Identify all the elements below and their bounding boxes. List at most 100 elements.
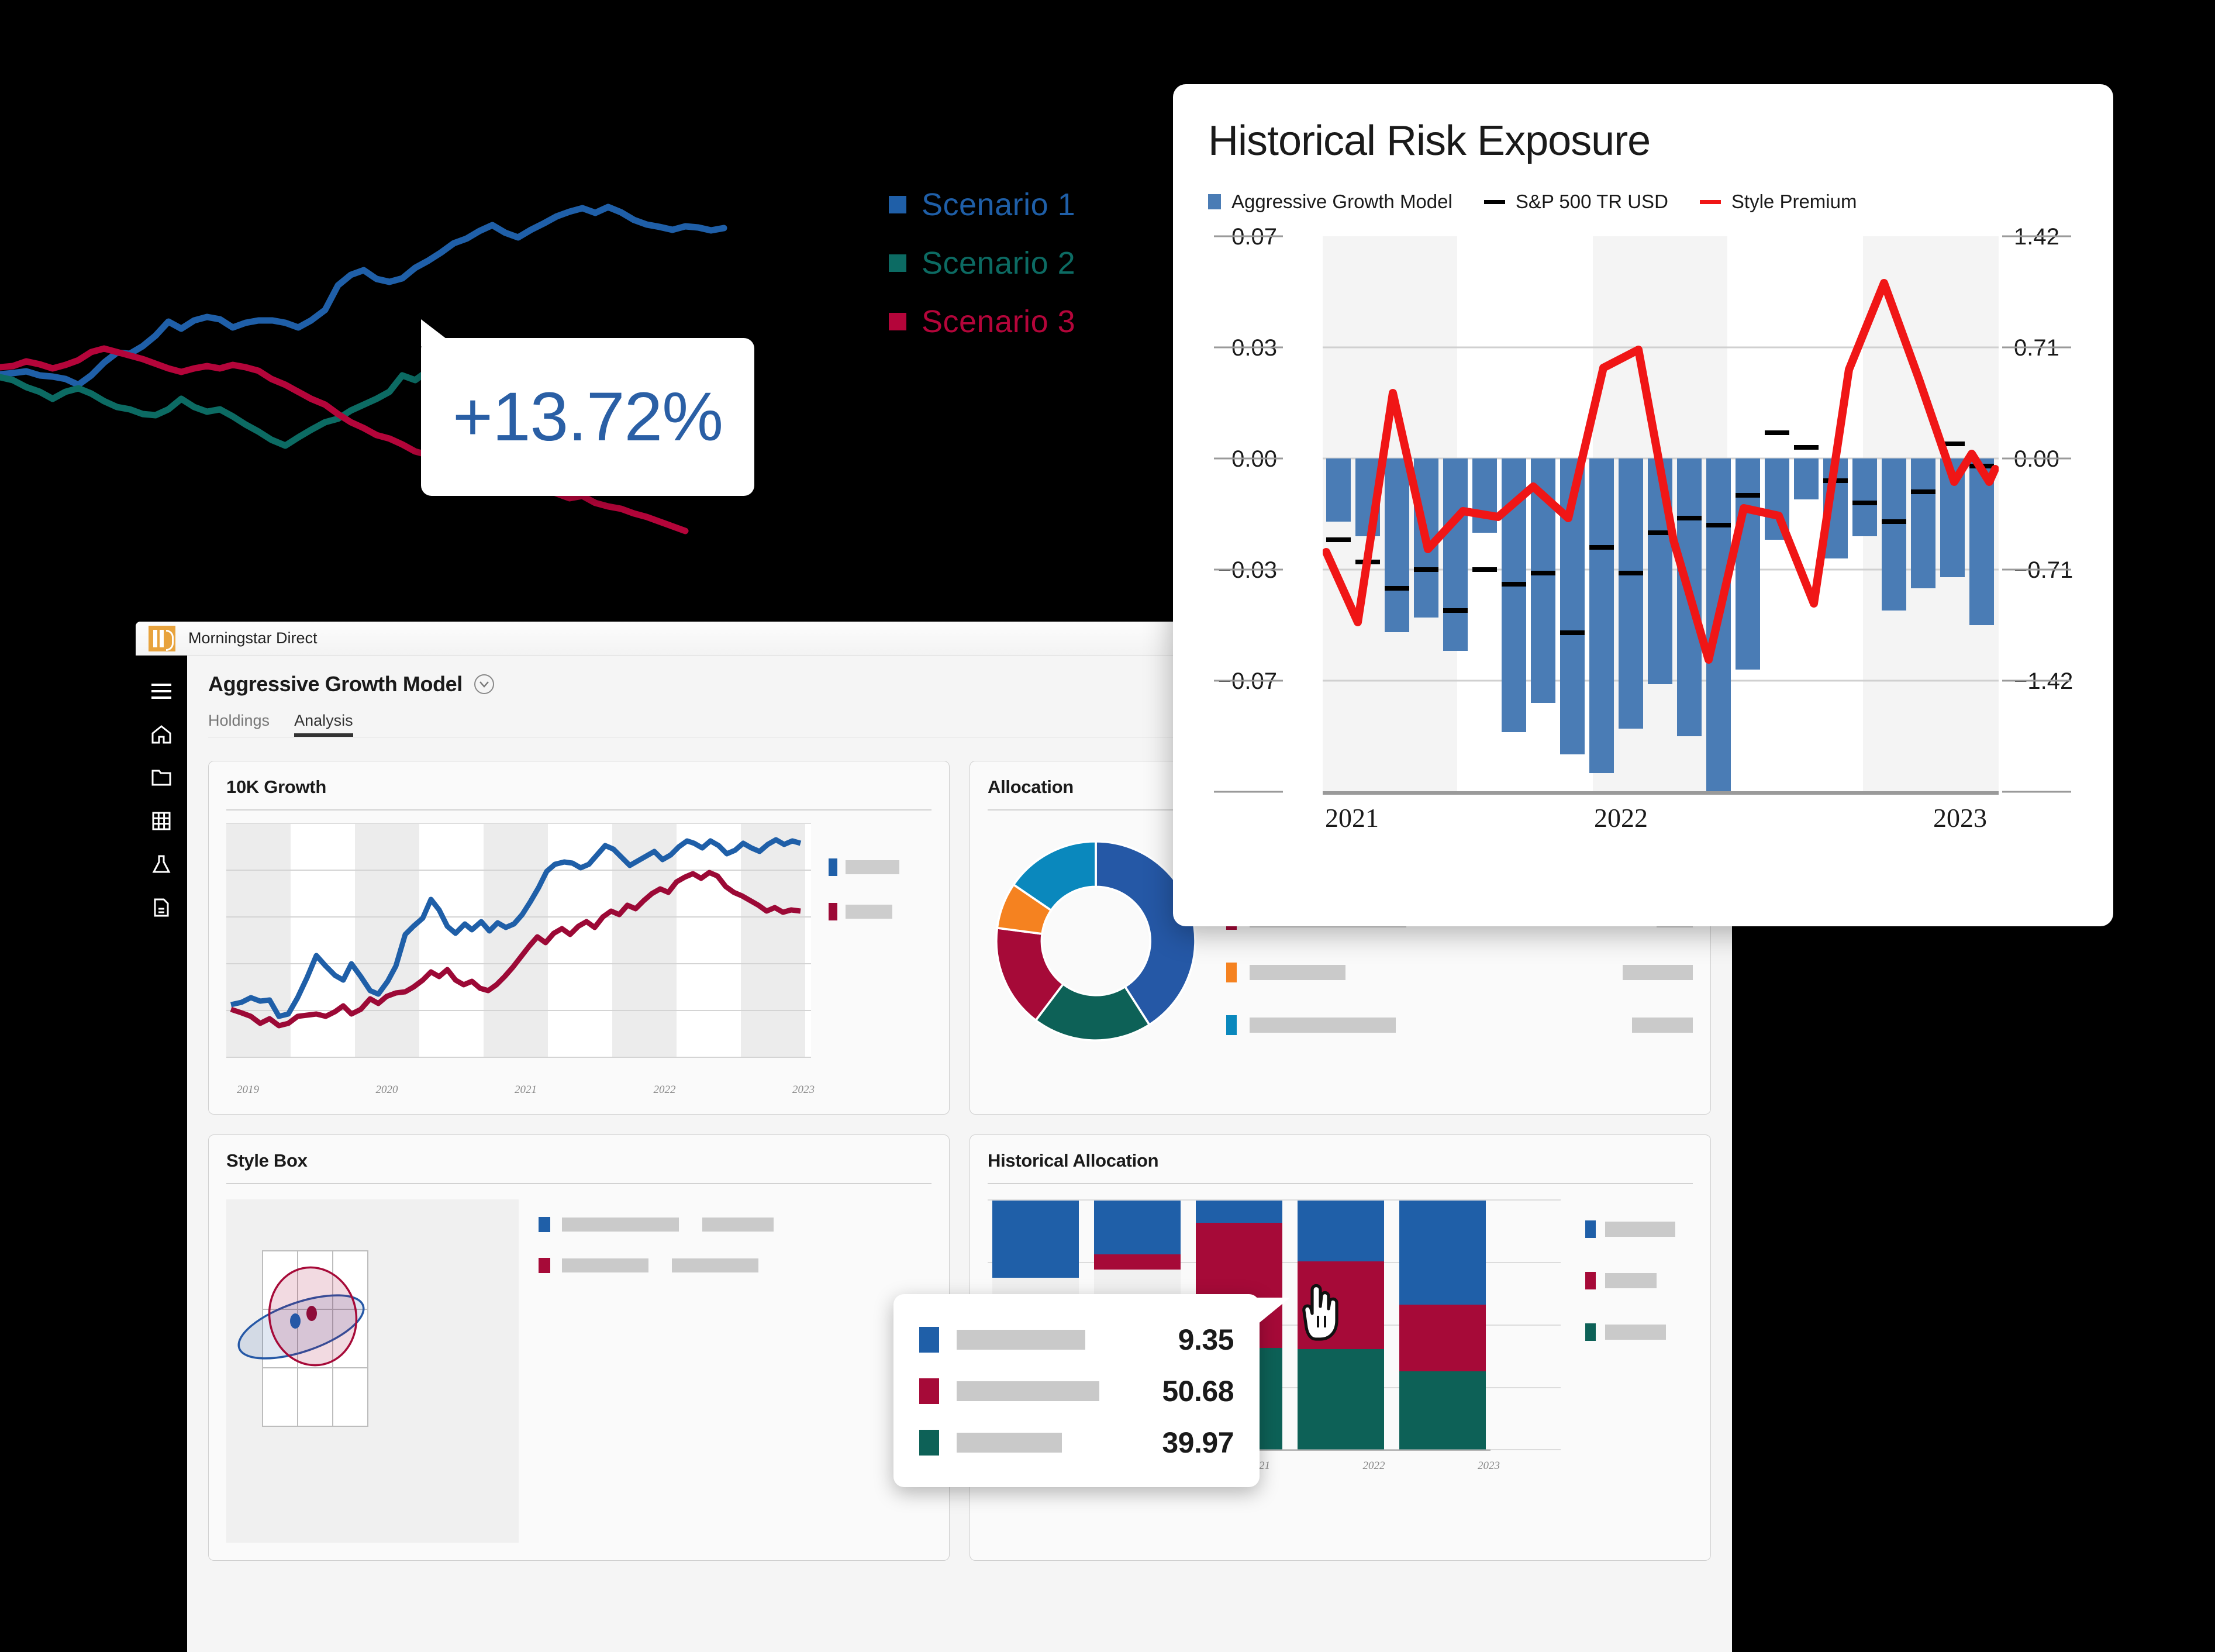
sidebar-item-folder[interactable] bbox=[136, 756, 187, 799]
point-red bbox=[306, 1306, 317, 1321]
tooltip-label-placeholder bbox=[957, 1330, 1085, 1350]
legend-item[interactable] bbox=[1226, 963, 1693, 982]
legend-swatch-icon bbox=[1585, 1272, 1596, 1289]
tooltip-value: 39.97 bbox=[1162, 1426, 1234, 1459]
legend-item-sp500[interactable]: S&P 500 TR USD bbox=[1483, 191, 1668, 213]
callout-value: +13.72% bbox=[452, 378, 723, 456]
bar-2023[interactable] bbox=[1399, 1201, 1486, 1450]
legend-item-scenario-3[interactable]: Scenario 3 bbox=[889, 292, 1134, 351]
tooltip-value: 9.35 bbox=[1178, 1323, 1234, 1356]
axis-year: 2021 bbox=[515, 1084, 537, 1096]
legend-label-placeholder bbox=[1250, 965, 1345, 980]
risk-card-legend: Aggressive Growth Model S&P 500 TR USD S… bbox=[1208, 191, 2078, 213]
panel-style-box: Style Box bbox=[208, 1134, 950, 1561]
right-tick-label: 1.42 bbox=[2014, 228, 2059, 250]
tab-analysis[interactable]: Analysis bbox=[294, 712, 353, 737]
legend-item-scenario-1[interactable]: Scenario 1 bbox=[889, 175, 1134, 234]
document-icon bbox=[154, 898, 169, 917]
tooltip-row: 9.35 bbox=[919, 1314, 1234, 1365]
legend-item[interactable] bbox=[1585, 1220, 1693, 1238]
sidebar-item-grid[interactable] bbox=[136, 799, 187, 843]
tooltip-swatch-icon bbox=[919, 1430, 939, 1456]
folder-icon bbox=[151, 770, 171, 786]
sidebar bbox=[136, 656, 187, 1652]
legend-item-style-premium[interactable]: Style Premium bbox=[1699, 191, 1857, 213]
growth-plot: 2019 2020 2021 2022 2023 bbox=[226, 823, 820, 1096]
legend-item[interactable] bbox=[539, 1217, 931, 1232]
donut-svg bbox=[995, 840, 1196, 1041]
historical-allocation-tooltip: 9.35 50.68 39.97 bbox=[893, 1294, 1290, 1487]
legend-label: Scenario 3 bbox=[922, 304, 1076, 339]
home-icon bbox=[151, 725, 171, 744]
risk-right-axis: 1.42 0.71 0.00 −0.71 −1.42 bbox=[2014, 224, 2073, 694]
legend-item[interactable] bbox=[829, 903, 931, 920]
tab-holdings[interactable]: Holdings bbox=[208, 712, 270, 737]
legend-item[interactable] bbox=[1585, 1323, 1693, 1341]
tooltip-swatch-icon bbox=[919, 1327, 939, 1353]
tooltip-row: 50.68 bbox=[919, 1365, 1234, 1417]
legend-square-icon bbox=[1208, 194, 1221, 209]
tooltip-row: 39.97 bbox=[919, 1417, 1234, 1468]
axis-year: 2019 bbox=[237, 1084, 259, 1096]
legend-item[interactable] bbox=[1226, 1015, 1693, 1035]
morningstar-logo-icon bbox=[149, 625, 175, 651]
page-title: Aggressive Growth Model bbox=[208, 672, 463, 696]
legend-label: S&P 500 TR USD bbox=[1515, 191, 1668, 212]
sidebar-item-menu[interactable] bbox=[136, 670, 187, 713]
panel-rule bbox=[226, 809, 931, 811]
legend-value-placeholder bbox=[1632, 1018, 1693, 1033]
legend-item[interactable] bbox=[829, 858, 931, 876]
tooltip-value: 50.68 bbox=[1162, 1375, 1234, 1408]
sidebar-item-report[interactable] bbox=[136, 886, 187, 929]
legend-item-aggressive-growth-model[interactable]: Aggressive Growth Model bbox=[1208, 191, 1452, 213]
legend-value-placeholder bbox=[702, 1218, 774, 1232]
growth-chart-svg bbox=[226, 823, 811, 1058]
legend-swatch-icon bbox=[829, 858, 837, 876]
legend-label-placeholder bbox=[1605, 1273, 1657, 1288]
legend-item-scenario-2[interactable]: Scenario 2 bbox=[889, 234, 1134, 292]
axis-year: 2023 bbox=[1478, 1460, 1500, 1472]
x-tick-label: 2021 bbox=[1325, 803, 1379, 830]
panel-10k-growth: 10K Growth 2019 2020 2021 2022 2023 bbox=[208, 761, 950, 1115]
sidebar-item-research[interactable] bbox=[136, 843, 187, 886]
legend-label-placeholder bbox=[562, 1218, 679, 1232]
risk-right-ticks bbox=[2002, 235, 2071, 793]
panel-title: 10K Growth bbox=[226, 777, 326, 797]
axis-year: 2022 bbox=[1362, 1460, 1385, 1472]
legend-label-placeholder bbox=[1250, 1018, 1396, 1033]
performance-callout: +13.72% bbox=[421, 319, 754, 496]
risk-left-ticks bbox=[1214, 235, 1283, 793]
legend-swatch-icon bbox=[889, 196, 906, 213]
legend-label-placeholder bbox=[562, 1258, 648, 1272]
legend-value-placeholder bbox=[672, 1258, 758, 1272]
sidebar-item-home[interactable] bbox=[136, 713, 187, 756]
style-box-legend bbox=[519, 1199, 931, 1543]
legend-swatch-icon bbox=[1226, 963, 1237, 982]
legend-swatch-icon bbox=[889, 313, 906, 330]
legend-dash-icon bbox=[1699, 199, 1721, 204]
axis-year: 2020 bbox=[375, 1084, 398, 1096]
app-title: Morningstar Direct bbox=[188, 629, 318, 647]
legend-item[interactable] bbox=[539, 1258, 931, 1273]
scenario-legend: Scenario 1 Scenario 2 Scenario 3 bbox=[889, 175, 1134, 351]
x-tick-label: 2022 bbox=[1594, 803, 1648, 830]
panel-rule bbox=[988, 1183, 1693, 1184]
panel-title: Historical Allocation bbox=[988, 1150, 1159, 1171]
risk-x-labels: 2021 2022 2023 bbox=[1325, 803, 1987, 833]
legend-label-placeholder bbox=[1605, 1222, 1675, 1237]
chevron-down-icon[interactable] bbox=[474, 674, 494, 694]
style-box-svg bbox=[226, 1212, 519, 1540]
menu-icon bbox=[151, 684, 171, 699]
growth-legend bbox=[820, 823, 931, 1096]
legend-swatch-icon bbox=[1226, 1015, 1237, 1035]
tooltip-swatch-icon bbox=[919, 1378, 939, 1404]
legend-label: Scenario 2 bbox=[922, 246, 1076, 281]
historical-allocation-legend bbox=[1576, 1199, 1693, 1472]
point-blue bbox=[290, 1313, 301, 1329]
historical-risk-exposure-card: Historical Risk Exposure Aggressive Grow… bbox=[1173, 84, 2113, 926]
axis-year: 2023 bbox=[792, 1084, 815, 1096]
risk-left-axis: 0.07 0.03 0.00 −0.03 −0.07 bbox=[1218, 224, 1277, 694]
legend-item[interactable] bbox=[1585, 1272, 1693, 1289]
risk-plot-area bbox=[1323, 236, 1999, 792]
legend-label: Style Premium bbox=[1731, 191, 1857, 212]
